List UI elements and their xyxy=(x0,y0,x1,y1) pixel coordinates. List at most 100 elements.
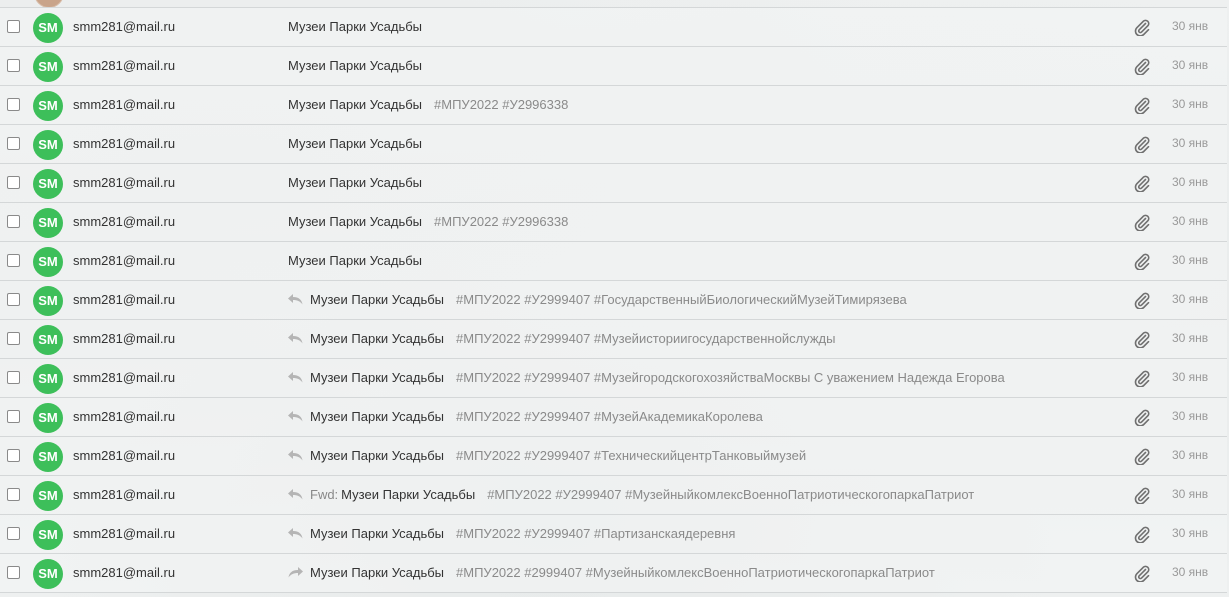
subject: Музеи Парки Усадьбы xyxy=(288,97,423,112)
sender[interactable]: smm281@mail.ru xyxy=(73,175,175,190)
sender[interactable]: smm281@mail.ru xyxy=(73,370,175,385)
reply-icon xyxy=(287,409,304,423)
subject-line[interactable]: Fwd: Музеи Парки Усадьбы #МПУ2022 #У299940… xyxy=(287,487,1117,502)
subject-line[interactable]: Музеи Парки Усадьбы xyxy=(288,136,1117,151)
select-checkbox[interactable] xyxy=(7,137,20,150)
select-checkbox[interactable] xyxy=(7,98,20,111)
message-row[interactable]: SM smm281@mail.ru Музеи Парки Усадьбы #МПУ2… xyxy=(0,359,1227,398)
select-checkbox[interactable] xyxy=(7,371,20,384)
attachment-icon[interactable] xyxy=(1133,369,1151,388)
message-row[interactable]: SM smm281@mail.ru Музеи Парки Усадьбы 30 ян… xyxy=(0,8,1227,47)
attachment-icon[interactable] xyxy=(1133,525,1151,544)
subject-line[interactable]: Музеи Парки Усадьбы xyxy=(288,58,1117,73)
subject-line[interactable]: Музеи Парки Усадьбы xyxy=(288,175,1117,190)
sender[interactable]: smm281@mail.ru xyxy=(73,58,175,73)
subject-line[interactable]: Музеи Парки Усадьбы #МПУ2022 #У2996338 xyxy=(288,97,1117,112)
sender[interactable]: smm281@mail.ru xyxy=(73,97,175,112)
subject: Музеи Парки Усадьбы xyxy=(310,526,445,541)
attachment-icon[interactable] xyxy=(1133,174,1151,193)
attachment-icon[interactable] xyxy=(1133,135,1151,154)
sender[interactable]: smm281@mail.ru xyxy=(73,448,175,463)
attachment-icon[interactable] xyxy=(1133,447,1151,466)
message-row[interactable]: SM smm281@mail.ru Музеи Парки Усадьбы 30 ян… xyxy=(0,164,1227,203)
select-checkbox[interactable] xyxy=(7,293,20,306)
sender[interactable]: smm281@mail.ru xyxy=(73,526,175,541)
subject-line[interactable]: Музеи Парки Усадьбы #МПУ2022 #У2999407 #Т… xyxy=(287,448,1117,463)
select-checkbox[interactable] xyxy=(7,176,20,189)
select-checkbox[interactable] xyxy=(7,254,20,267)
avatar[interactable]: SM xyxy=(33,403,63,433)
avatar[interactable]: SM xyxy=(33,91,63,121)
message-row[interactable]: SM smm281@mail.ru Музеи Парки Усадьбы #МПУ2… xyxy=(0,554,1227,593)
message-row[interactable]: SM smm281@mail.ru Музеи Парки Усадьбы #МПУ2… xyxy=(0,437,1227,476)
sender[interactable]: smm281@mail.ru xyxy=(73,214,175,229)
attachment-icon[interactable] xyxy=(1133,408,1151,427)
message-row[interactable]: SM smm281@mail.ru Музеи Парки Усадьбы #МПУ2… xyxy=(0,398,1227,437)
subject-line[interactable]: Музеи Парки Усадьбы #МПУ2022 #У2999407 #М… xyxy=(287,370,1117,385)
select-checkbox[interactable] xyxy=(7,566,20,579)
date: 30 янв xyxy=(1172,526,1209,540)
subject-line[interactable]: Музеи Парки Усадьбы xyxy=(288,253,1117,268)
sender[interactable]: smm281@mail.ru xyxy=(73,487,175,502)
sender[interactable]: smm281@mail.ru xyxy=(73,136,175,151)
subject-line[interactable]: Музеи Парки Усадьбы #МПУ2022 #У2996338 xyxy=(288,214,1117,229)
avatar[interactable]: SM xyxy=(33,130,63,160)
message-row[interactable]: SM smm281@mail.ru Музеи Парки Усадьбы #МПУ2… xyxy=(0,320,1227,359)
date: 30 янв xyxy=(1172,565,1209,579)
select-checkbox[interactable] xyxy=(7,20,20,33)
avatar[interactable]: SM xyxy=(33,481,63,511)
snippet: #МПУ2022 #У2999407 #Партизанскаядеревня xyxy=(456,526,736,541)
sender[interactable]: smm281@mail.ru xyxy=(73,409,175,424)
avatar[interactable]: SM xyxy=(33,442,63,472)
avatar[interactable]: SM xyxy=(33,520,63,550)
avatar[interactable]: SM xyxy=(33,559,63,589)
select-checkbox[interactable] xyxy=(7,527,20,540)
sender[interactable]: smm281@mail.ru xyxy=(73,253,175,268)
attachment-icon[interactable] xyxy=(1133,330,1151,349)
avatar[interactable]: SM xyxy=(33,325,63,355)
attachment-icon[interactable] xyxy=(1133,486,1151,505)
attachment-icon[interactable] xyxy=(1133,564,1151,583)
message-row[interactable]: SM smm281@mail.ru Музеи Парки Усадьбы #МПУ2… xyxy=(0,281,1227,320)
select-checkbox[interactable] xyxy=(7,488,20,501)
message-row[interactable]: SM smm281@mail.ru Музеи Парки Усадьбы 30 ян… xyxy=(0,47,1227,86)
subject-line[interactable]: Музеи Парки Усадьбы #МПУ2022 #У2999407 #П… xyxy=(287,526,1117,541)
message-row[interactable]: SM smm281@mail.ru Музеи Парки Усадьбы 30 ян… xyxy=(0,125,1227,164)
subject-line[interactable]: Музеи Парки Усадьбы #МПУ2022 #2999407 #Му… xyxy=(287,565,1117,580)
subject-line[interactable]: Музеи Парки Усадьбы xyxy=(288,19,1117,34)
message-row[interactable]: SM smm281@mail.ru Музеи Парки Усадьбы #МПУ2… xyxy=(0,86,1227,125)
avatar[interactable]: SM xyxy=(33,247,63,277)
subject-line[interactable]: Музеи Парки Усадьбы #МПУ2022 #У2999407 #Г… xyxy=(287,292,1117,307)
select-checkbox[interactable] xyxy=(7,332,20,345)
subject: Музеи Парки Усадьбы xyxy=(310,370,445,385)
attachment-icon[interactable] xyxy=(1133,18,1151,37)
message-row[interactable]: SM smm281@mail.ru Музеи Парки Усадьбы #МПУ2… xyxy=(0,203,1227,242)
sender[interactable]: smm281@mail.ru xyxy=(73,331,175,346)
sender[interactable]: smm281@mail.ru xyxy=(73,19,175,34)
attachment-icon[interactable] xyxy=(1133,291,1151,310)
avatar[interactable]: SM xyxy=(33,364,63,394)
date: 30 янв xyxy=(1172,19,1209,33)
sender[interactable]: smm281@mail.ru xyxy=(73,565,175,580)
attachment-icon[interactable] xyxy=(1133,252,1151,271)
message-row[interactable]: SM smm281@mail.ru Музеи Парки Усадьбы #МПУ2… xyxy=(0,515,1227,554)
attachment-icon[interactable] xyxy=(1133,213,1151,232)
avatar[interactable]: SM xyxy=(33,169,63,199)
subject-line[interactable]: Музеи Парки Усадьбы #МПУ2022 #У2999407 #М… xyxy=(287,331,1117,346)
select-checkbox[interactable] xyxy=(7,410,20,423)
attachment-icon[interactable] xyxy=(1133,96,1151,115)
message-row[interactable]: SM smm281@mail.ru Fwd: Музеи Парки Усадьбы #… xyxy=(0,476,1227,515)
select-checkbox[interactable] xyxy=(7,215,20,228)
subject-line[interactable]: Музеи Парки Усадьбы #МПУ2022 #У2999407 #М… xyxy=(287,409,1117,424)
sender[interactable]: smm281@mail.ru xyxy=(73,292,175,307)
avatar[interactable]: SM xyxy=(33,208,63,238)
avatar[interactable]: SM xyxy=(33,13,63,43)
reply-icon xyxy=(287,448,304,462)
avatar[interactable]: SM xyxy=(33,52,63,82)
select-checkbox[interactable] xyxy=(7,449,20,462)
select-checkbox[interactable] xyxy=(7,59,20,72)
avatar[interactable]: SM xyxy=(33,286,63,316)
attachment-icon[interactable] xyxy=(1133,57,1151,76)
message-row[interactable]: SM smm281@mail.ru Музеи Парки Усадьбы 30 ян… xyxy=(0,242,1227,281)
date: 30 янв xyxy=(1172,253,1209,267)
